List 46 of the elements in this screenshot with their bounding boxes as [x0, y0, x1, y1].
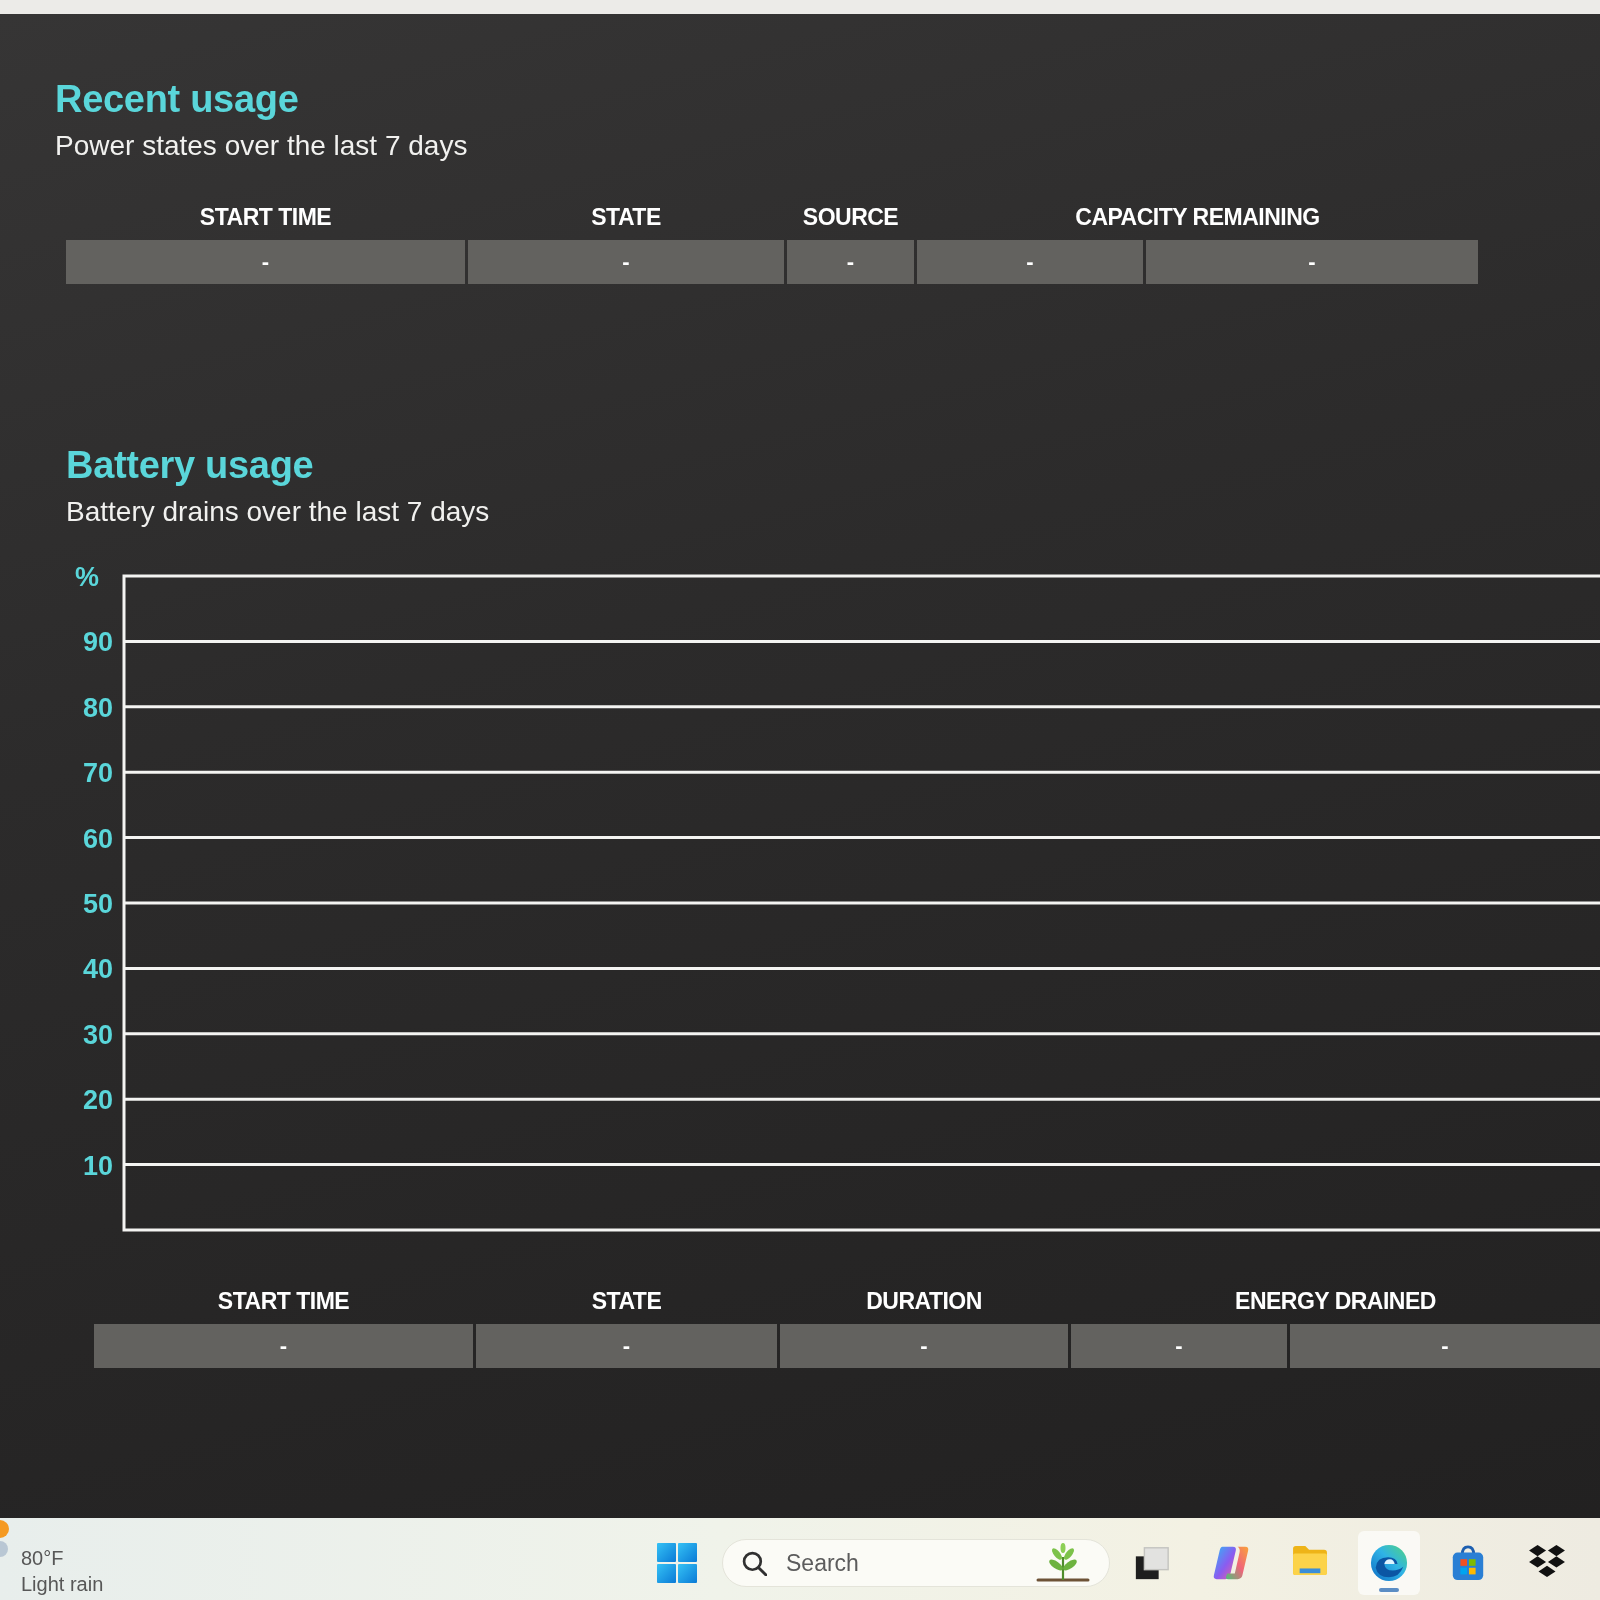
diamond-box-icon: [1528, 1544, 1566, 1578]
taskbar-button[interactable]: [1358, 1531, 1420, 1595]
start-button[interactable]: [655, 1541, 699, 1585]
column-header: STATE: [591, 203, 661, 232]
y-tick-label: 40: [82, 954, 113, 985]
section-title: Recent usage: [55, 77, 299, 122]
weather-icon: [0, 1520, 9, 1557]
y-tick-label: 80: [82, 692, 113, 723]
y-axis-label: %: [75, 562, 99, 592]
swirl-icon: [1212, 1544, 1250, 1582]
four-squares-icon: [657, 1543, 697, 1583]
table-cell: -: [1071, 1324, 1287, 1368]
folder-icon: [1291, 1544, 1329, 1576]
y-tick-label: 50: [82, 889, 113, 919]
section-subtitle: Power states over the last 7 days: [55, 129, 468, 163]
column-header: STATE: [591, 1287, 662, 1316]
y-tick-label: 70: [82, 758, 113, 789]
search-field[interactable]: Search: [722, 1539, 1110, 1587]
table-cell: -: [1146, 240, 1478, 284]
column-header: SOURCE: [802, 203, 899, 232]
column-header: START TIME: [217, 1287, 350, 1316]
table-cell: -: [917, 240, 1143, 284]
weather-temperature: 80°F: [21, 1546, 64, 1571]
stacked-squares-icon: [1133, 1544, 1171, 1582]
table-cell: -: [94, 1324, 473, 1368]
table-cell: -: [476, 1324, 777, 1368]
table-cell: -: [1290, 1324, 1600, 1368]
section-title: Battery usage: [66, 443, 314, 488]
table-cell: -: [468, 240, 784, 284]
wave-circle-icon: [1370, 1544, 1408, 1582]
table-cell: -: [787, 240, 914, 284]
column-header: ENERGY DRAINED: [1235, 1287, 1436, 1316]
column-header: START TIME: [199, 203, 332, 232]
column-header: CAPACITY REMAINING: [1075, 203, 1320, 232]
plant-icon: [1034, 1543, 1092, 1582]
y-tick-label: 90: [82, 627, 113, 658]
section-subtitle: Battery drains over the last 7 days: [66, 495, 490, 529]
y-tick-label: 60: [82, 823, 113, 854]
weather-condition: Light rain: [21, 1572, 104, 1597]
y-tick-label: 10: [82, 1150, 113, 1181]
column-header: DURATION: [866, 1287, 982, 1316]
y-tick-label: 20: [82, 1085, 113, 1116]
table-cell: -: [780, 1324, 1068, 1368]
table-cell: -: [66, 240, 465, 284]
search-icon: [742, 1551, 767, 1576]
y-tick-label: 30: [82, 1019, 113, 1050]
